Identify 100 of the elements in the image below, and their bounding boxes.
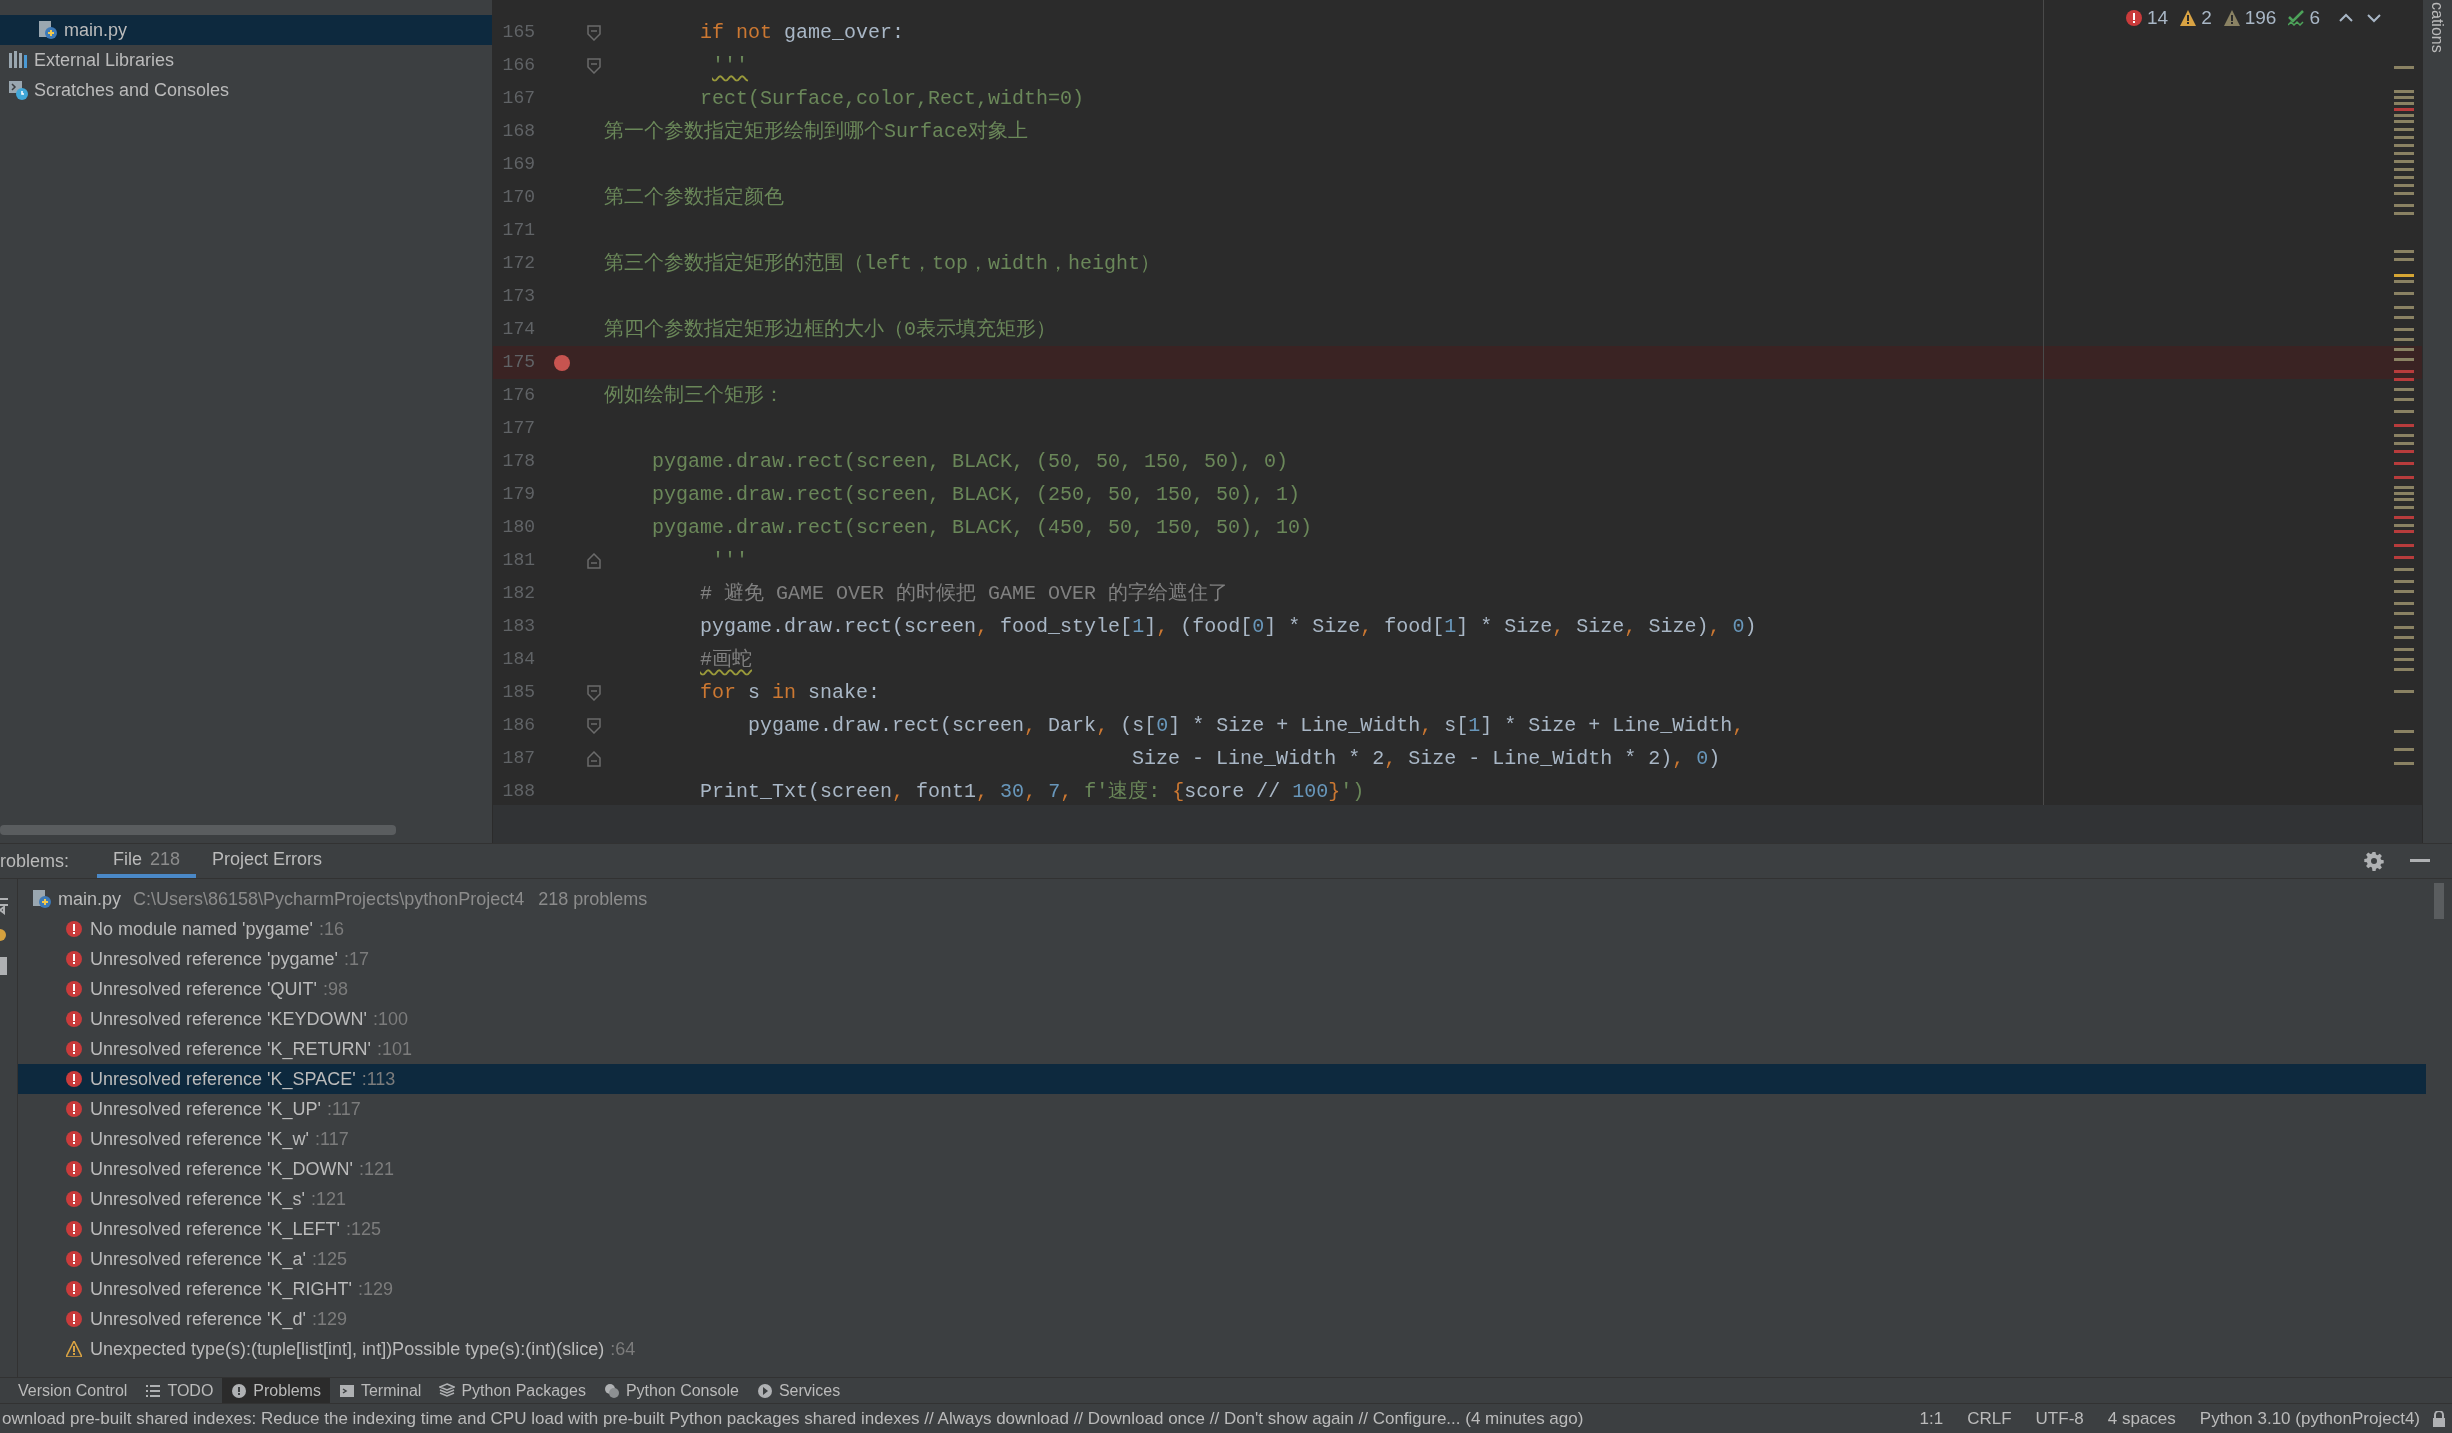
- problem-item[interactable]: Unresolved reference 'K_s' :121: [18, 1184, 2426, 1214]
- tool-window-tab[interactable]: cations: [2427, 2, 2447, 53]
- error-icon: [66, 1311, 82, 1327]
- breakpoint-icon[interactable]: [553, 353, 571, 372]
- problem-item[interactable]: Unresolved reference 'KEYDOWN' :100: [18, 1004, 2426, 1034]
- code-line: ''': [711, 52, 749, 79]
- problem-item[interactable]: Unresolved reference 'K_DOWN' :121: [18, 1154, 2426, 1184]
- panel-title: roblems:: [0, 849, 70, 873]
- error-icon: [66, 1251, 82, 1267]
- tab[interactable]: File 218: [97, 844, 197, 878]
- line-number: 182: [501, 582, 535, 605]
- scrollbar-thumb[interactable]: [0, 825, 396, 835]
- status-message[interactable]: ownload pre-built shared indexes: Reduce the indexing time and CPU load with pre-built Python packages shared indexes // Always download // Download once // Don't show again // Configure... (4 minutes ago): [0, 1405, 1584, 1432]
- chevron-down-icon[interactable]: [2366, 12, 2382, 25]
- file-name[interactable]: main.py: [58, 885, 122, 913]
- panel-icon[interactable]: [0, 957, 8, 975]
- line-number: 185: [501, 681, 535, 704]
- file-path: C:\Users\86158\PycharmProjects\pythonProject4: [133, 887, 525, 911]
- problem-item[interactable]: No module named 'pygame' :16: [18, 914, 2426, 944]
- code-line: Print_Txt(screen, font1, 30, 7, f'速度: {score // 100}'): [699, 778, 1365, 805]
- tab[interactable]: Project Errors: [196, 844, 339, 878]
- status-field[interactable]: Python 3.10 (pythonProject4): [2199, 1405, 2420, 1432]
- tree-item[interactable]: Scratches and Consoles: [0, 75, 492, 105]
- problem-count: 218 problems: [538, 887, 648, 911]
- settings-icon[interactable]: [2364, 851, 2384, 871]
- lock-icon[interactable]: [2432, 1410, 2446, 1427]
- problem-item[interactable]: Unresolved reference 'K_RETURN' :101: [18, 1034, 2426, 1064]
- scrollbar-thumb[interactable]: [2434, 883, 2444, 919]
- tree-item[interactable]: main.py: [0, 15, 492, 45]
- line-number: 176: [501, 384, 535, 407]
- code-line: 第三个参数指定矩形的范围（left，top，width，height）: [604, 250, 1161, 277]
- tool-window-button[interactable]: TODO: [136, 1378, 223, 1403]
- problem-item[interactable]: Unresolved reference 'K_a' :125: [18, 1244, 2426, 1274]
- line-number: 170: [501, 186, 535, 209]
- error-icon: [66, 981, 82, 997]
- tree-item[interactable]: External Libraries: [0, 45, 492, 75]
- tool-window-button[interactable]: Services: [747, 1378, 850, 1403]
- line-number: 178: [501, 450, 535, 473]
- tool-window-button[interactable]: Problems: [222, 1378, 330, 1403]
- line-number: 165: [501, 21, 535, 44]
- terminal-icon: [338, 1382, 355, 1399]
- code-line: pygame.draw.rect(screen, food_style[1], (food[0] * Size, food[1] * Size, Size, Size), 0): [699, 613, 1757, 640]
- problem-item[interactable]: Unresolved reference 'pygame' :17: [18, 944, 2426, 974]
- tool-window-button[interactable]: Python Console: [594, 1378, 748, 1403]
- code-line: 第二个参数指定颜色: [604, 184, 784, 211]
- line-number: 183: [501, 615, 535, 638]
- code-line: pygame.draw.rect(screen, BLACK, (450, 50, 150, 50), 10): [651, 514, 1313, 541]
- line-number: 166: [501, 54, 535, 77]
- status-field[interactable]: UTF-8: [2035, 1405, 2084, 1432]
- error-icon: [66, 1041, 82, 1057]
- check-icon: [2288, 10, 2305, 27]
- tool-window-button[interactable]: Version Control: [0, 1378, 137, 1403]
- minimize-icon[interactable]: [2410, 859, 2430, 863]
- inspection-counter[interactable]: 6: [2288, 4, 2320, 33]
- line-number: 181: [501, 549, 535, 572]
- problems-icon: [231, 1382, 248, 1399]
- inspection-counter[interactable]: 196: [2223, 4, 2277, 33]
- fold-icon[interactable]: [586, 552, 602, 569]
- fold-icon[interactable]: [586, 684, 602, 701]
- line-number: 179: [501, 483, 535, 506]
- status-field[interactable]: 4 spaces: [2107, 1405, 2176, 1432]
- error-icon: [2126, 10, 2142, 27]
- inspection-counter[interactable]: 14: [2126, 4, 2169, 33]
- error-icon: [66, 1101, 82, 1117]
- error-icon: [66, 1071, 82, 1087]
- code-line: pygame.draw.rect(screen, Dark, (s[0] * Size + Line_Width, s[1] * Size + Line_Width,: [747, 712, 1745, 739]
- line-number: 173: [501, 285, 535, 308]
- problem-item[interactable]: Unresolved reference 'K_RIGHT' :129: [18, 1274, 2426, 1304]
- fold-icon[interactable]: [586, 24, 602, 41]
- problem-item[interactable]: Unresolved reference 'K_SPACE' :113: [18, 1064, 2426, 1094]
- error-icon: [66, 1131, 82, 1147]
- tool-window-button[interactable]: Terminal: [329, 1378, 431, 1403]
- error-icon: [66, 1191, 82, 1207]
- problem-item[interactable]: Unresolved reference 'K_UP' :117: [18, 1094, 2426, 1124]
- problem-item[interactable]: Unexpected type(s):(tuple[list[int], int])Possible type(s):(int)(slice) :64: [18, 1334, 2426, 1364]
- problem-item[interactable]: Unresolved reference 'K_d' :129: [18, 1304, 2426, 1334]
- error-icon: [66, 1281, 82, 1297]
- status-field[interactable]: CRLF: [1967, 1405, 2012, 1432]
- warning-icon: [66, 1341, 82, 1357]
- problem-item[interactable]: Unresolved reference 'QUIT' :98: [18, 974, 2426, 1004]
- line-number: 168: [501, 120, 535, 143]
- services-icon: [756, 1382, 773, 1399]
- fold-icon[interactable]: [586, 750, 602, 767]
- fold-icon[interactable]: [586, 717, 602, 734]
- problem-item[interactable]: Unresolved reference 'K_w' :117: [18, 1124, 2426, 1154]
- console-clock-icon: [8, 80, 28, 100]
- code-line: 第一个参数指定矩形绘制到哪个Surface对象上: [604, 118, 1028, 145]
- tool-window-button[interactable]: Python Packages: [430, 1378, 595, 1403]
- code-line: rect(Surface,color,Rect,width=0): [699, 85, 1085, 112]
- todo-icon: [145, 1382, 162, 1399]
- line-number: 186: [501, 714, 535, 737]
- code-line: # 避免 GAME OVER 的时候把 GAME OVER 的字给遮住了: [699, 580, 1229, 607]
- python-file-icon: [38, 20, 58, 40]
- line-number: 171: [501, 219, 535, 242]
- problem-item[interactable]: Unresolved reference 'K_LEFT' :125: [18, 1214, 2426, 1244]
- inspection-counter[interactable]: 2: [2180, 4, 2212, 33]
- status-field[interactable]: 1:1: [1919, 1405, 1944, 1432]
- fold-icon[interactable]: [586, 57, 602, 74]
- code-line: if not game_over:: [699, 19, 905, 46]
- code-line: pygame.draw.rect(screen, BLACK, (50, 50, 150, 50), 0): [651, 448, 1289, 475]
